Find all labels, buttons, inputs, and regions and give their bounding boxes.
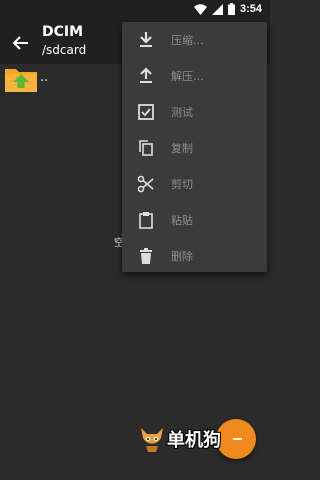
status-bar: 3:54: [0, 0, 270, 22]
menu-item-label: 粘贴: [171, 214, 193, 227]
current-path: /sdcard: [42, 43, 87, 57]
back-arrow-icon[interactable]: [10, 32, 32, 54]
watermark-logo: 单机狗: [137, 424, 247, 456]
page-title: DCIM: [42, 24, 84, 40]
list-item-parent-folder[interactable]: ..: [0, 64, 122, 96]
menu-item-delete[interactable]: 删除: [122, 238, 267, 274]
menu-item-extract[interactable]: 解压...: [122, 58, 267, 94]
trash-icon: [140, 248, 152, 264]
menu-item-copy[interactable]: 复制: [122, 130, 267, 166]
watermark-text: 单机狗: [167, 430, 221, 451]
menu-item-cut[interactable]: 剪切: [122, 166, 267, 202]
signal-icon: [211, 3, 223, 15]
list-item-label: ..: [40, 70, 49, 85]
menu-item-label: 剪切: [171, 178, 193, 191]
menu-item-label: 压缩...: [171, 34, 204, 47]
menu-item-label: 测试: [171, 106, 193, 119]
menu-item-test[interactable]: 测试: [122, 94, 267, 130]
menu-item-paste[interactable]: 粘贴: [122, 202, 267, 238]
clock: 3:54: [239, 3, 262, 15]
menu-item-compress[interactable]: 压缩...: [122, 22, 267, 58]
download-icon: [140, 32, 152, 47]
clipboard-icon: [139, 212, 153, 229]
status-icons: 3:54: [193, 3, 262, 15]
upload-icon: [140, 67, 152, 83]
menu-item-label: 复制: [171, 142, 193, 155]
checkbox-icon: [138, 104, 154, 120]
menu-item-label: 删除: [171, 250, 193, 263]
mascot-icon: [141, 428, 163, 452]
wifi-icon: [193, 3, 207, 15]
context-menu: 压缩... 解压... 测试 复制 剪切 粘贴 删除: [122, 22, 267, 272]
copy-icon: [139, 140, 153, 156]
battery-icon: [227, 3, 235, 15]
folder-up-icon: [5, 69, 37, 92]
scissors-icon: [137, 175, 154, 193]
menu-item-label: 解压...: [171, 70, 204, 83]
